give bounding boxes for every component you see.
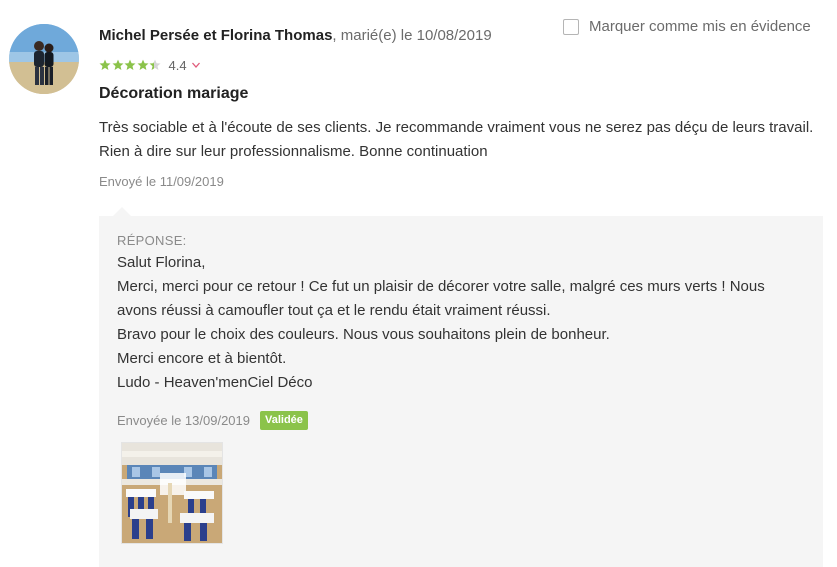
reviewer-avatar	[9, 24, 79, 94]
star-icon	[137, 59, 148, 70]
reply-line: Ludo - Heaven'menCiel Déco	[117, 374, 313, 391]
star-icon	[124, 59, 136, 70]
reply-sent: Envoyée le 13/09/2019 Validée	[117, 411, 308, 430]
vendor-reply: RÉPONSE: Salut Florina, Merci, merci pou…	[99, 207, 823, 567]
star-rating	[99, 59, 162, 71]
reply-line: Merci encore et à bientôt.	[117, 350, 287, 367]
mark-featured-label: Marquer comme mis en évidence	[589, 18, 811, 35]
review-author-line: Michel Persée et Florina Thomas, marié(e…	[99, 27, 492, 44]
star-icon	[149, 59, 161, 70]
reply-text: Salut Florina, Merci, merci pour ce reto…	[117, 251, 807, 395]
reply-photo-thumbnail[interactable]	[121, 442, 223, 544]
rating-value: 4.4	[168, 57, 187, 73]
reply-line: Salut Florina,	[117, 254, 206, 271]
wedding-date: , marié(e) le 10/08/2019	[332, 27, 492, 44]
star-icon	[112, 59, 123, 70]
review-sent-date: Envoyé le 11/09/2019	[99, 174, 224, 189]
reviewer-name: Michel Persée et Florina Thomas	[99, 27, 333, 44]
reply-sent-date: Envoyée le 13/09/2019	[117, 413, 250, 428]
star-icon	[99, 59, 111, 70]
review-text: Très sociable et à l'écoute de ses clien…	[99, 119, 814, 160]
review-title: Décoration mariage	[99, 85, 249, 102]
checkbox-icon[interactable]	[563, 18, 579, 35]
chevron-down-icon[interactable]	[191, 60, 201, 70]
reply-line: Merci, merci pour ce retour ! Ce fut un …	[117, 278, 765, 319]
mark-featured-toggle[interactable]: Marquer comme mis en évidence	[563, 18, 811, 35]
rating: 4.4	[99, 57, 201, 73]
status-badge: Validée	[260, 411, 308, 430]
reply-line: Bravo pour le choix des couleurs. Nous v…	[117, 326, 610, 343]
reply-label: RÉPONSE:	[117, 233, 187, 248]
